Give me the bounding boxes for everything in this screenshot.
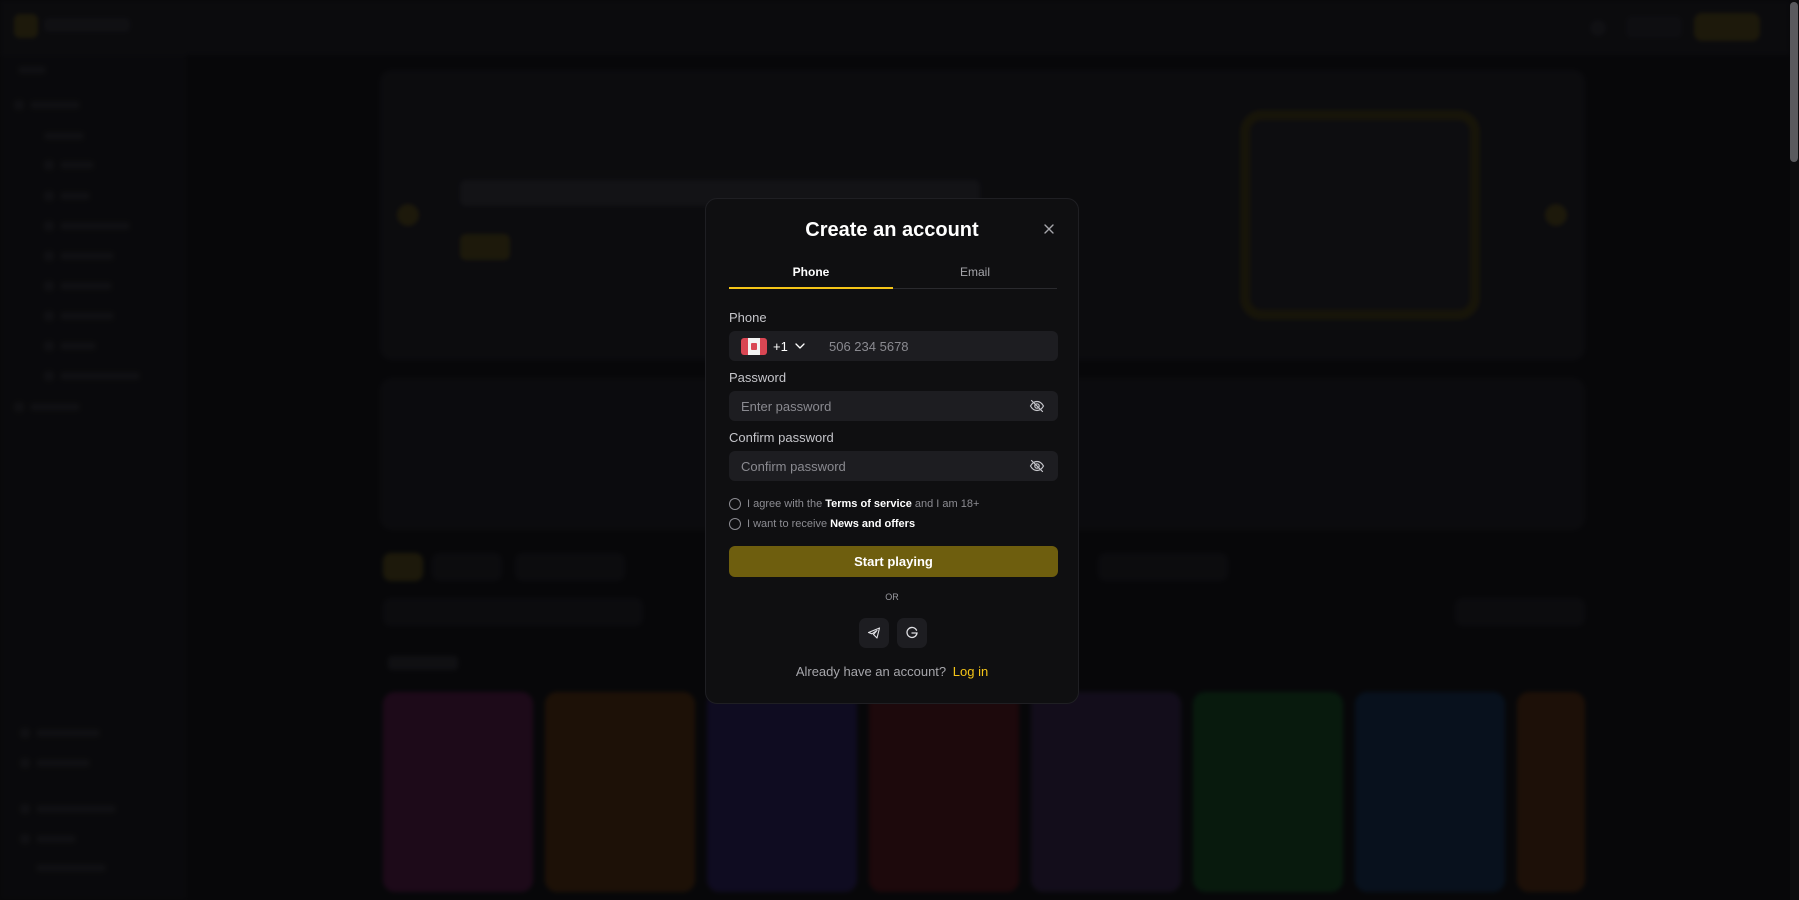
google-login-button[interactable] [897, 618, 927, 648]
news-row: I want to receive News and offers [729, 516, 918, 532]
confirm-password-field [729, 451, 1058, 481]
telegram-icon [867, 627, 881, 639]
confirm-password-label: Confirm password [729, 430, 834, 445]
password-input[interactable] [741, 391, 1011, 421]
telegram-login-button[interactable] [859, 618, 889, 648]
chevron-down-icon [795, 343, 805, 349]
scrollbar-thumb[interactable] [1790, 2, 1798, 162]
google-icon [906, 626, 918, 639]
phone-label: Phone [729, 310, 767, 325]
login-prompt-row: Already have an account? Log in [706, 664, 1078, 679]
or-divider: OR [885, 592, 899, 602]
create-account-modal: Create an account Phone Email Phone +1 P… [705, 198, 1079, 704]
close-icon[interactable] [1041, 221, 1057, 237]
terms-suffix: and I am 18+ [914, 498, 980, 510]
phone-field: +1 [729, 331, 1058, 361]
eye-off-icon[interactable] [1029, 398, 1045, 414]
tab-phone[interactable]: Phone [729, 265, 893, 289]
news-text: I want to receive [747, 518, 828, 530]
modal-title: Create an account [805, 219, 979, 241]
canada-flag-icon [741, 337, 767, 355]
terms-row: I agree with the Terms of service and I … [729, 496, 979, 512]
news-link[interactable]: News and offers [830, 518, 915, 530]
tab-email[interactable]: Email [893, 265, 1057, 289]
terms-text: I agree with the [747, 498, 823, 510]
password-field [729, 391, 1058, 421]
phone-input[interactable] [829, 331, 1049, 361]
start-playing-button[interactable]: Start playing [729, 546, 1058, 577]
login-prompt: Already have an account? [795, 664, 947, 679]
terms-checkbox[interactable] [729, 498, 741, 510]
terms-link[interactable]: Terms of service [825, 498, 912, 510]
eye-off-icon[interactable] [1029, 458, 1045, 474]
login-link[interactable]: Log in [953, 664, 988, 679]
dial-code: +1 [773, 338, 788, 354]
confirm-password-input[interactable] [741, 451, 1011, 481]
country-code-select[interactable]: +1 [741, 336, 806, 356]
news-checkbox[interactable] [729, 518, 741, 530]
password-label: Password [729, 370, 787, 385]
